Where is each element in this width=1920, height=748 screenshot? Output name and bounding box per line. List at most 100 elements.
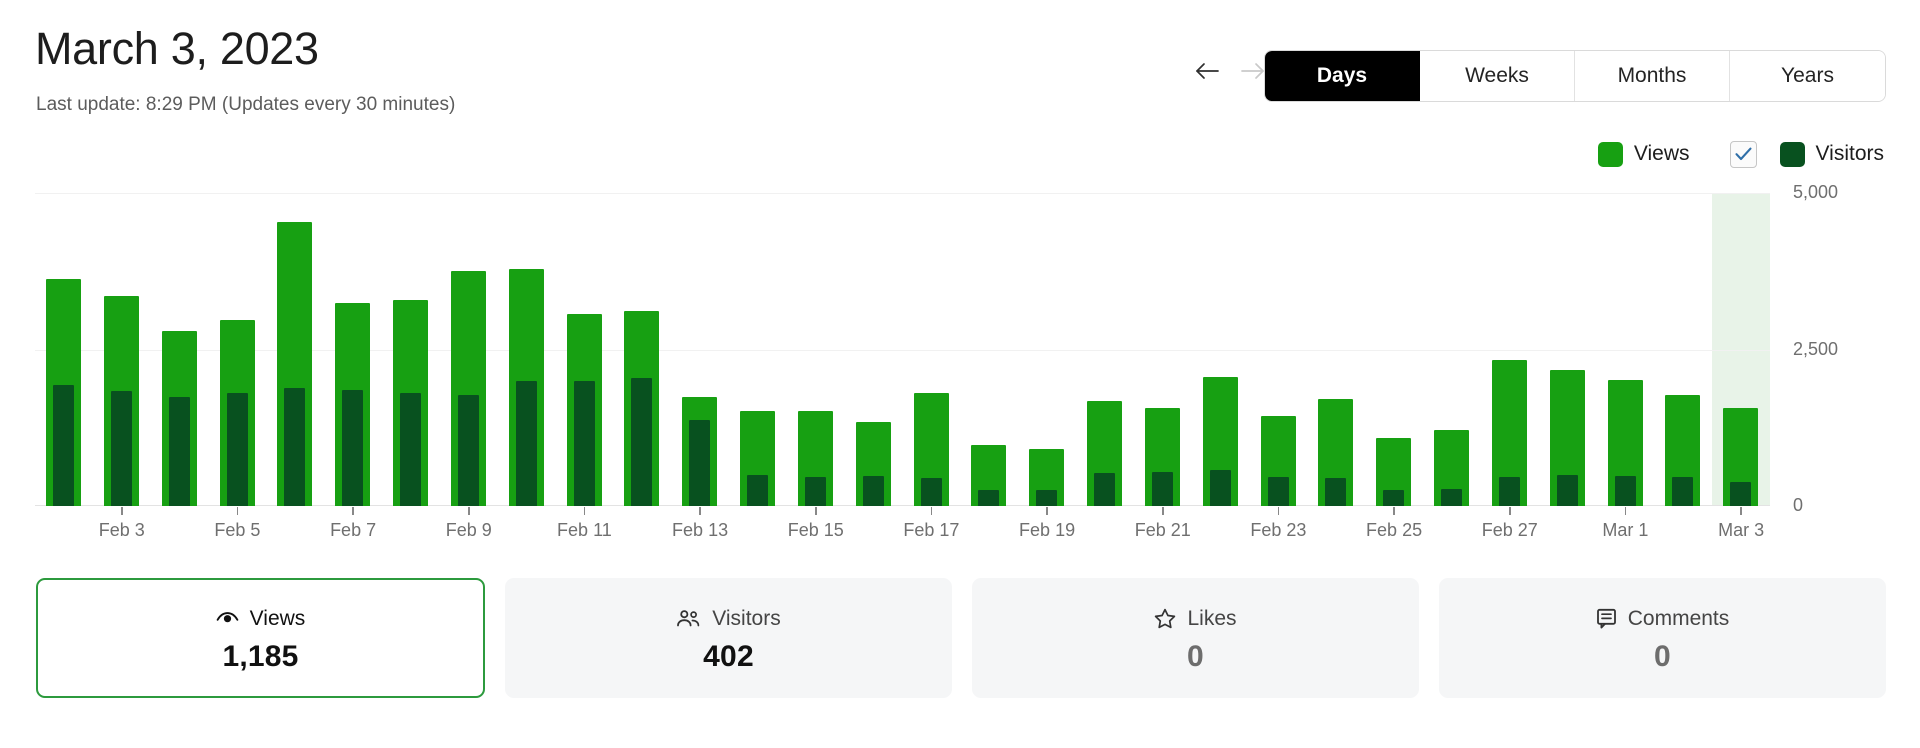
stat-card-views[interactable]: Views 1,185 (36, 578, 485, 698)
bar-visitors (1383, 490, 1405, 506)
bar-group[interactable] (1481, 193, 1539, 506)
x-axis-label: Feb 15 (787, 520, 844, 540)
bar-group[interactable] (845, 193, 903, 506)
bar-group[interactable] (93, 193, 151, 506)
bar-group[interactable] (35, 193, 93, 506)
x-axis-label: Mar 1 (1602, 520, 1649, 540)
x-axis-label: Feb 11 (557, 520, 612, 540)
bar-group[interactable] (324, 193, 382, 506)
bar-group[interactable] (1597, 193, 1655, 506)
bar-group[interactable] (1365, 193, 1423, 506)
bar-group[interactable] (1250, 193, 1308, 506)
bar-visitors (1672, 477, 1694, 506)
last-update-text: Last update: 8:29 PM (Updates every 30 m… (36, 94, 456, 115)
period-tab-weeks[interactable]: Weeks (1420, 51, 1575, 101)
bar-visitors (631, 377, 653, 506)
bar-visitors (1036, 490, 1058, 506)
period-tab-years[interactable]: Years (1730, 51, 1885, 101)
stats-page: March 3, 2023 Last update: 8:29 PM (Upda… (0, 0, 1920, 748)
period-tab-days[interactable]: Days (1265, 51, 1420, 101)
x-axis-tick-mark (236, 507, 239, 515)
bar-visitors (804, 476, 826, 506)
chart-plot-area (35, 193, 1770, 506)
previous-period-button[interactable] (1193, 57, 1221, 85)
bar-group[interactable] (1076, 193, 1134, 506)
bar-group[interactable] (382, 193, 440, 506)
x-axis-tick-mark (930, 507, 933, 515)
period-tab-months[interactable]: Months (1575, 51, 1730, 101)
comment-icon (1596, 608, 1617, 629)
visitors-color-swatch (1779, 141, 1805, 167)
bar-visitors (226, 393, 248, 506)
bar-group[interactable] (671, 193, 729, 506)
stat-card-likes[interactable]: Likes 0 (972, 578, 1419, 698)
stat-card-header: Comments (1596, 607, 1729, 631)
bar-visitors (689, 420, 711, 506)
bar-visitors (457, 394, 479, 506)
bar-visitors (1441, 489, 1462, 506)
bar-visitors (400, 392, 421, 506)
x-axis-label: Feb 25 (1366, 520, 1423, 540)
x-axis-tick-mark (1046, 507, 1048, 515)
bar-visitors (1730, 481, 1752, 506)
bar-group[interactable] (266, 193, 324, 506)
bar-group[interactable] (1539, 193, 1597, 506)
bar-group[interactable] (903, 193, 961, 506)
bar-visitors (1556, 475, 1578, 506)
bar-visitors (168, 397, 190, 506)
chart-legend: Views Visitors (1597, 139, 1884, 169)
bar-group[interactable] (1712, 193, 1770, 506)
x-axis-label: Feb 19 (1019, 520, 1076, 540)
y-axis-label: 2,500 (1793, 339, 1839, 359)
bar-group[interactable] (1192, 193, 1250, 506)
bar-group[interactable] (729, 193, 787, 506)
stat-card-comments[interactable]: Comments 0 (1439, 578, 1886, 698)
bar-group[interactable] (1654, 193, 1712, 506)
check-icon (1734, 147, 1752, 161)
legend-item-visitors[interactable]: Visitors (1729, 140, 1884, 168)
visitors-checkbox[interactable] (1729, 140, 1757, 168)
stat-card-value: 1,185 (222, 639, 299, 673)
x-axis-tick-mark (1509, 507, 1511, 515)
bar-group[interactable] (440, 193, 498, 506)
eye-icon (216, 609, 239, 628)
bar-group[interactable] (613, 193, 671, 506)
bar-visitors (1614, 475, 1636, 506)
x-axis-label: Feb 27 (1481, 520, 1538, 540)
stat-card-header: Views (216, 606, 306, 631)
stat-card-label: Views (249, 606, 306, 630)
x-axis-tick-mark (352, 507, 354, 515)
x-axis-label: Feb 5 (214, 520, 261, 540)
bar-group[interactable] (498, 193, 556, 506)
x-axis-tick-mark (1393, 507, 1395, 515)
x-axis-label: Mar 3 (1718, 520, 1765, 540)
x-axis-label: Feb 3 (98, 520, 145, 540)
x-axis-ticks: Feb 3 Feb 5 Feb 7 Feb 9 Feb 11 Feb 13 Feb 15 Fe… (35, 506, 1770, 556)
chart-bars (35, 193, 1770, 506)
legend-item-views[interactable]: Views (1597, 141, 1690, 167)
stat-card-value: 0 (1187, 639, 1204, 673)
bar-group[interactable] (1307, 193, 1365, 506)
bar-group[interactable] (960, 193, 1018, 506)
bar-group[interactable] (151, 193, 209, 506)
stat-card-visitors[interactable]: Visitors 402 (505, 578, 952, 698)
next-period-button[interactable] (1239, 57, 1267, 85)
bar-group[interactable] (1134, 193, 1192, 506)
bar-group[interactable] (787, 193, 845, 506)
x-axis-tick-mark (583, 507, 586, 515)
bar-group[interactable] (1018, 193, 1076, 506)
bar-group[interactable] (556, 193, 614, 506)
bar-visitors (110, 391, 132, 506)
bar-visitors (1151, 472, 1173, 506)
stat-cards: Views 1,185 Visitors 402 Likes 0 Comments 0 (36, 578, 1886, 698)
period-tab-group: Days Weeks Months Years (1264, 50, 1886, 102)
bar-visitors (1209, 470, 1231, 506)
bar-group[interactable] (209, 193, 267, 506)
bar-visitors (920, 478, 942, 506)
bar-group[interactable] (1423, 193, 1481, 506)
legend-label-visitors: Visitors (1815, 142, 1884, 165)
bar-visitors (515, 380, 537, 506)
x-axis-tick-mark (1740, 507, 1742, 515)
bar-visitors (1094, 473, 1115, 506)
x-axis-label: Feb 17 (903, 520, 960, 540)
